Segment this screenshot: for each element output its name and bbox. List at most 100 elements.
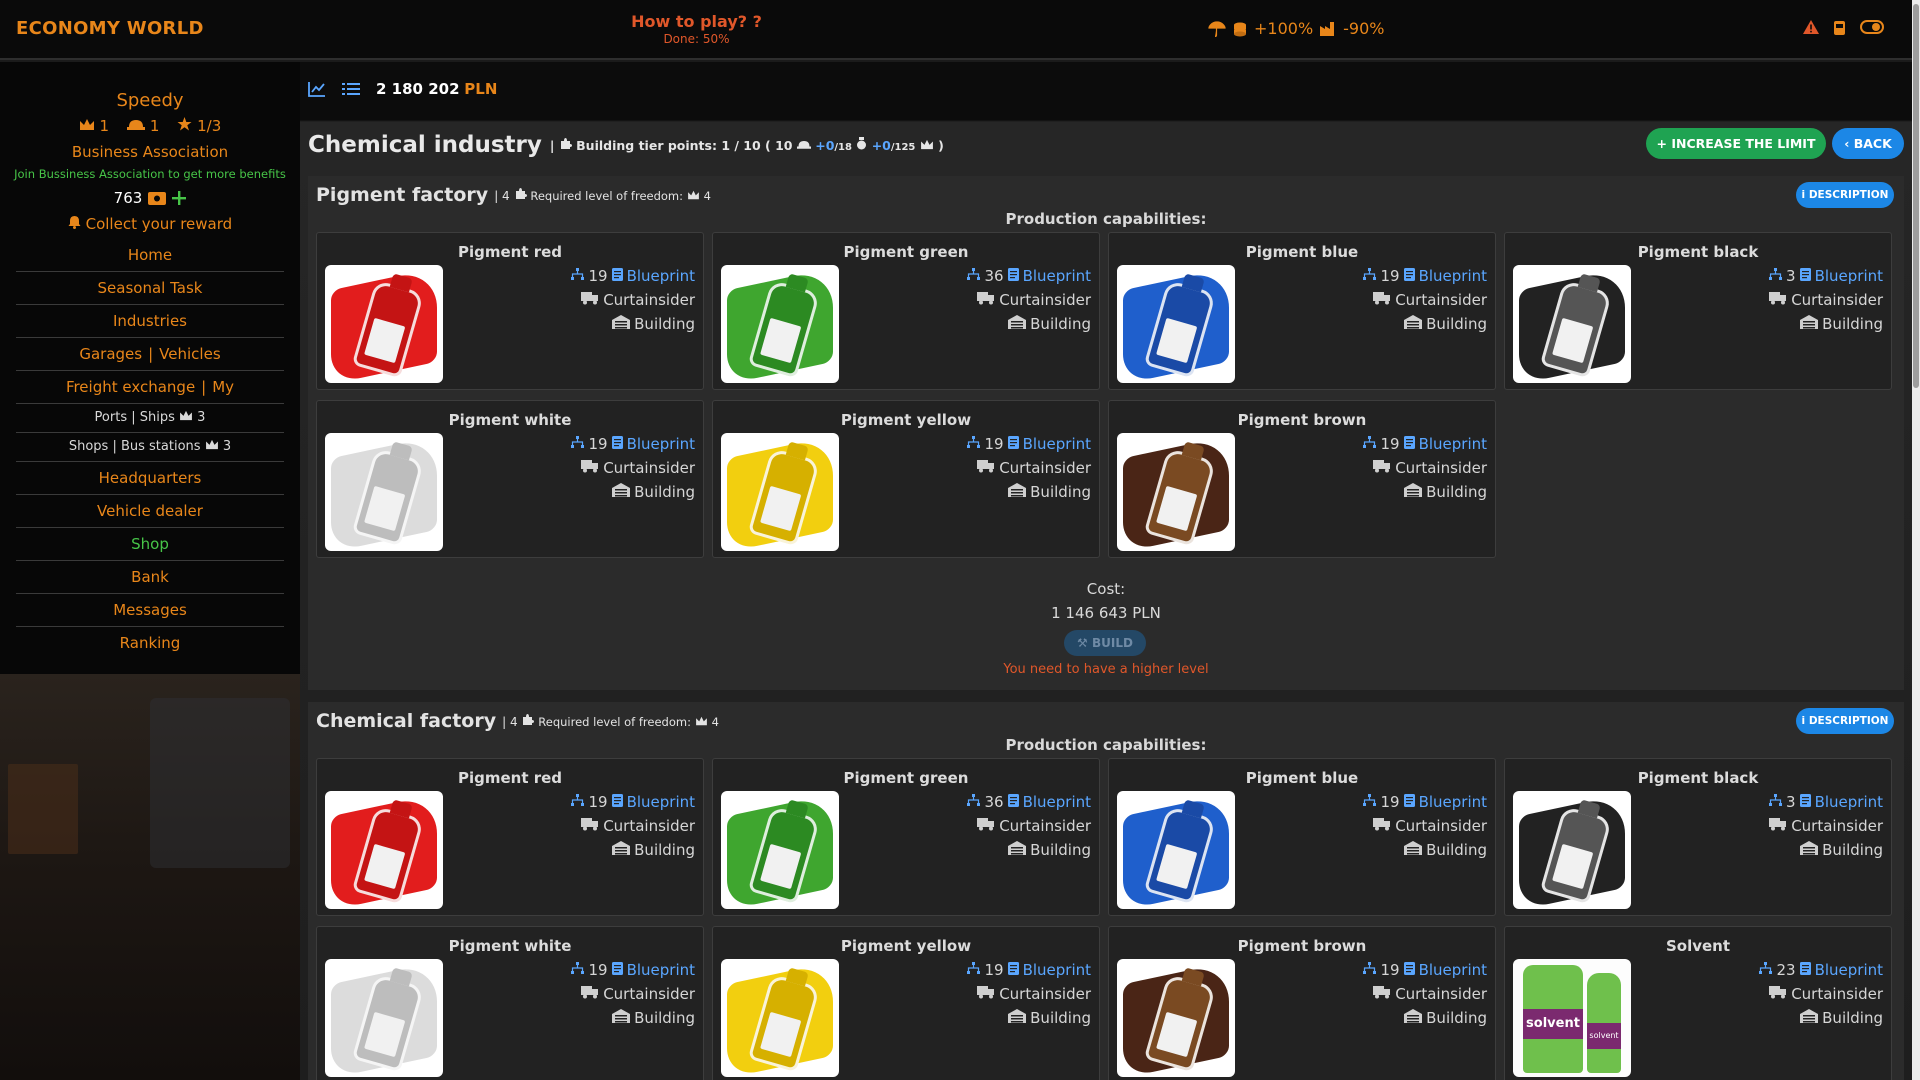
description-button[interactable]: i DESCRIPTION — [1796, 708, 1894, 734]
increase-limit-button[interactable]: + INCREASE THE LIMIT — [1646, 128, 1826, 159]
build-button[interactable]: ⚒ BUILD — [1064, 630, 1146, 656]
blueprint-requirement[interactable]: 19 Blueprint — [1363, 793, 1487, 811]
nav-separator: | — [148, 345, 154, 363]
product-card[interactable]: Pigment brown 19 Blueprint Curtainsider Buil… — [1108, 400, 1496, 558]
product-card[interactable]: Pigment blue 19 Blueprint Curtainsider Build… — [1108, 232, 1496, 390]
blueprint-link[interactable]: Blueprint — [1419, 267, 1487, 285]
fuel-icon[interactable] — [1832, 18, 1848, 36]
blueprint-link[interactable]: Blueprint — [1023, 435, 1091, 453]
product-card[interactable]: Pigment red 19 Blueprint Curtainsider Buildi… — [316, 758, 704, 916]
sidebar-item-shop[interactable]: Shop — [16, 528, 284, 561]
network-icon — [967, 435, 981, 453]
product-card[interactable]: Pigment black 3 Blueprint Curtainsider Build… — [1504, 232, 1892, 390]
blueprint-requirement[interactable]: 3 Blueprint — [1769, 267, 1883, 285]
vehicle-type: Curtainsider — [1791, 291, 1883, 309]
blueprint-link[interactable]: Blueprint — [1419, 435, 1487, 453]
vehicle-requirement: Curtainsider — [1373, 985, 1487, 1003]
page-scrollbar-thumb[interactable] — [1913, 4, 1919, 388]
product-card[interactable]: Pigment white 19 Blueprint Curtainsider Buil… — [316, 926, 704, 1080]
sidebar-item-messages[interactable]: Messages — [16, 594, 284, 627]
toggle-icon[interactable] — [1860, 19, 1884, 35]
sidebar-item-freight-exchange[interactable]: Freight exchange — [66, 378, 195, 396]
product-card[interactable]: Pigment green 36 Blueprint Curtainsider Buil… — [712, 758, 1100, 916]
product-card[interactable]: Pigment yellow 19 Blueprint Curtainsider Bui… — [712, 926, 1100, 1080]
blueprint-requirement[interactable]: 36 Blueprint — [967, 793, 1091, 811]
product-card[interactable]: Pigment black 3 Blueprint Curtainsider Build… — [1504, 758, 1892, 916]
building-requirement: Building — [1800, 315, 1883, 333]
blueprint-link[interactable]: Blueprint — [1419, 793, 1487, 811]
blueprint-link[interactable]: Blueprint — [627, 267, 695, 285]
sidebar-item-home[interactable]: Home — [16, 239, 284, 272]
sidebar-item-bank[interactable]: Bank — [16, 561, 284, 594]
truck-icon — [581, 459, 599, 477]
blueprint-requirement[interactable]: 19 Blueprint — [1363, 961, 1487, 979]
product-card[interactable]: Pigment blue 19 Blueprint Curtainsider Build… — [1108, 758, 1496, 916]
cap-icon — [796, 141, 811, 149]
blueprint-link[interactable]: Blueprint — [1023, 961, 1091, 979]
blueprint-link[interactable]: Blueprint — [1023, 793, 1091, 811]
product-card[interactable]: Solvent solvent solvent 23 Blueprint Curtains… — [1504, 926, 1892, 1080]
blueprint-requirement[interactable]: 19 Blueprint — [571, 267, 695, 285]
tier-medal-max: /125 — [890, 142, 916, 153]
truck-icon — [977, 291, 995, 309]
blueprint-requirement[interactable]: 19 Blueprint — [571, 793, 695, 811]
business-association-link[interactable]: Business Association — [0, 143, 300, 161]
blueprint-requirement[interactable]: 19 Blueprint — [967, 435, 1091, 453]
back-button[interactable]: ‹ BACK — [1832, 128, 1904, 159]
add-coins-icon[interactable] — [172, 191, 187, 205]
chart-icon[interactable] — [308, 81, 326, 97]
vehicle-type: Curtainsider — [1395, 985, 1487, 1003]
sidebar-item-ports-ships[interactable]: Ports | Ships 3 — [16, 404, 284, 433]
building-type: Building — [1822, 1009, 1883, 1027]
blueprint-requirement[interactable]: 3 Blueprint — [1769, 793, 1883, 811]
blueprint-requirement[interactable]: 19 Blueprint — [1363, 435, 1487, 453]
factory-icon — [1320, 21, 1335, 36]
blueprint-link[interactable]: Blueprint — [1419, 961, 1487, 979]
how-to-play-title[interactable]: How to play? ? — [600, 12, 793, 31]
blueprint-link[interactable]: Blueprint — [1023, 267, 1091, 285]
app-logo[interactable]: ECONOMY WORLD — [16, 18, 204, 39]
blueprint-link[interactable]: Blueprint — [627, 435, 695, 453]
list-icon[interactable] — [342, 81, 360, 97]
product-card[interactable]: Pigment red 19 Blueprint Curtainsider Buildi… — [316, 232, 704, 390]
truck-icon — [581, 817, 599, 835]
product-card[interactable]: Pigment brown 19 Blueprint Curtainsider Buil… — [1108, 926, 1496, 1080]
collect-reward-link[interactable]: Collect your reward — [0, 215, 300, 233]
blueprint-requirement[interactable]: 23 Blueprint — [1759, 961, 1883, 979]
blueprint-requirement[interactable]: 19 Blueprint — [571, 435, 695, 453]
product-card[interactable]: Pigment green 36 Blueprint Curtainsider Buil… — [712, 232, 1100, 390]
blueprint-icon — [611, 435, 623, 453]
sidebar-item-my[interactable]: My — [212, 378, 234, 396]
blueprint-link[interactable]: Blueprint — [627, 961, 695, 979]
cost-value: 1 146 643 PLN — [1051, 604, 1161, 622]
how-to-play-link[interactable]: How to play? ? Done: 50% — [600, 12, 793, 46]
sidebar-item-vehicle-dealer[interactable]: Vehicle dealer — [16, 495, 284, 528]
sidebar-item-shops-bus[interactable]: Shops | Bus stations 3 — [16, 433, 284, 462]
blueprint-requirement[interactable]: 19 Blueprint — [571, 961, 695, 979]
description-button[interactable]: i DESCRIPTION — [1796, 182, 1894, 208]
sidebar-item-ranking[interactable]: Ranking — [16, 627, 284, 660]
blueprint-link[interactable]: Blueprint — [1815, 267, 1883, 285]
vehicle-requirement: Curtainsider — [581, 817, 695, 835]
building-type: Building — [1030, 1009, 1091, 1027]
factory-tier: 4 — [502, 189, 510, 203]
sidebar-item-seasonal-task[interactable]: Seasonal Task — [16, 272, 284, 305]
sidebar-item-garages[interactable]: Garages — [79, 345, 142, 363]
description-label: DESCRIPTION — [1808, 715, 1889, 727]
blueprint-link[interactable]: Blueprint — [1815, 793, 1883, 811]
product-card[interactable]: Pigment yellow 19 Blueprint Curtainsider Bui… — [712, 400, 1100, 558]
blueprint-link[interactable]: Blueprint — [1815, 961, 1883, 979]
sidebar-item-industries[interactable]: Industries — [16, 305, 284, 338]
product-image — [721, 433, 839, 551]
building-type: Building — [1030, 841, 1091, 859]
sidebar-item-vehicles[interactable]: Vehicles — [159, 345, 220, 363]
blueprint-requirement[interactable]: 19 Blueprint — [967, 961, 1091, 979]
sidebar-item-headquarters[interactable]: Headquarters — [16, 462, 284, 495]
username[interactable]: Speedy — [0, 90, 300, 111]
blueprint-requirement[interactable]: 36 Blueprint — [967, 267, 1091, 285]
building-requirement: Building — [1404, 841, 1487, 859]
blueprint-requirement[interactable]: 19 Blueprint — [1363, 267, 1487, 285]
product-card[interactable]: Pigment white 19 Blueprint Curtainsider Buil… — [316, 400, 704, 558]
warning-icon[interactable] — [1802, 19, 1820, 35]
blueprint-link[interactable]: Blueprint — [627, 793, 695, 811]
